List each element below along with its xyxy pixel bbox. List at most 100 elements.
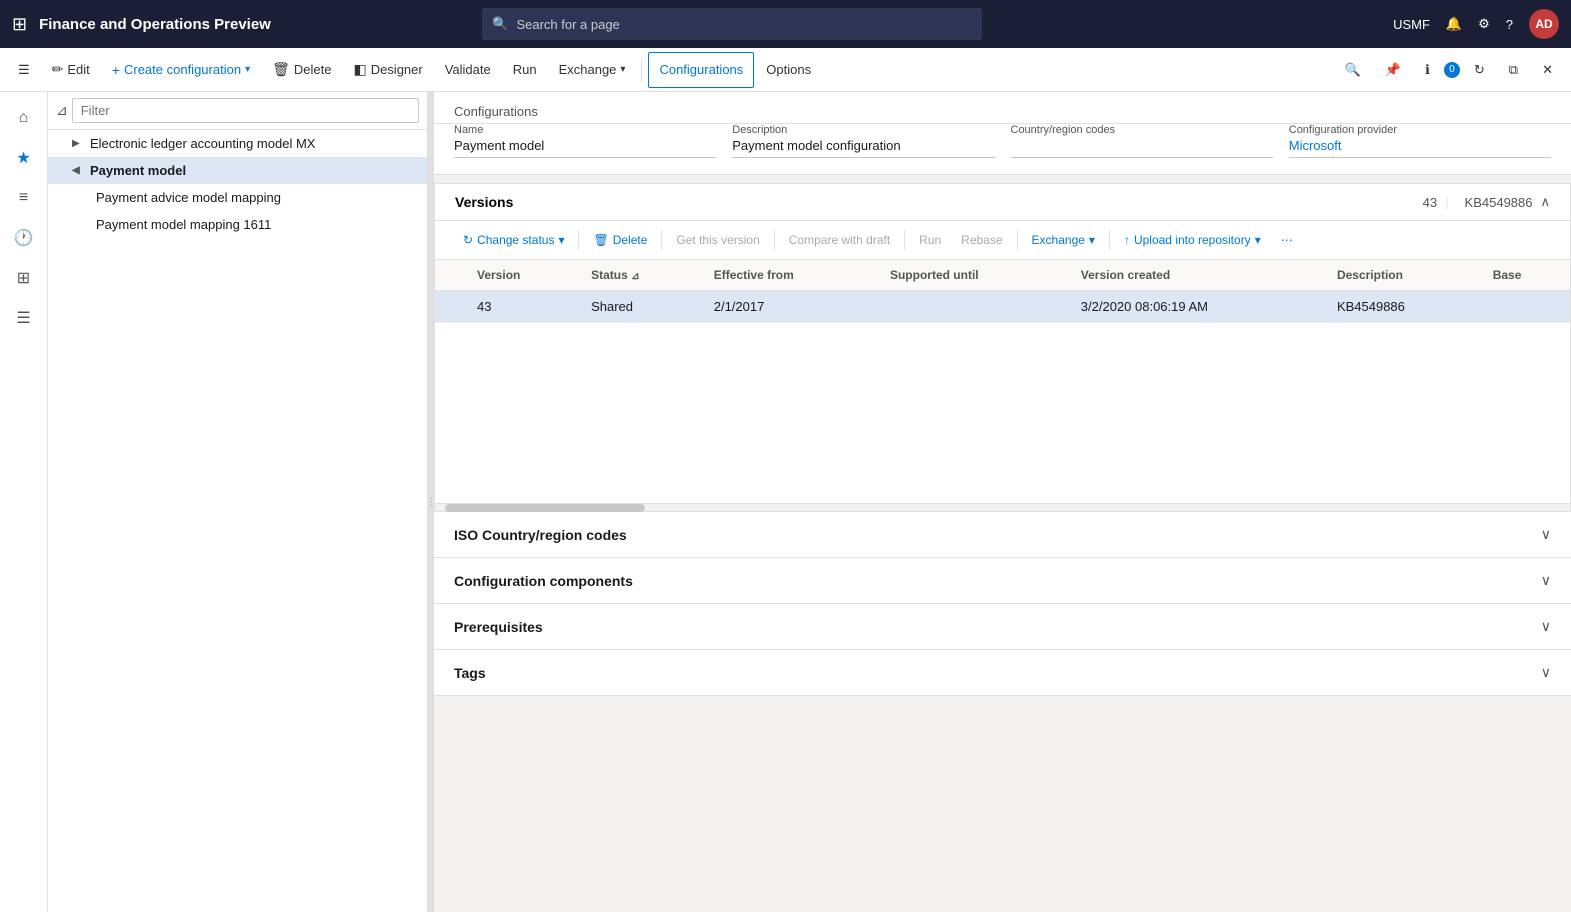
menu-button[interactable]: ☰ xyxy=(8,52,40,88)
iso-country-title: ISO Country/region codes xyxy=(454,527,627,543)
hamburger-icon: ☰ xyxy=(18,62,30,78)
badge: 0 xyxy=(1444,62,1460,78)
versions-table: Version Status ⊿ Effective from Supporte… xyxy=(435,260,1570,323)
exchange-button[interactable]: Exchange ▾ xyxy=(549,52,636,88)
field-desc-label: Description xyxy=(732,124,994,136)
designer-button[interactable]: ◧ Designer xyxy=(343,52,432,88)
tags-chevron: ∨ xyxy=(1541,664,1551,681)
usmf-label: USMF xyxy=(1393,17,1430,32)
configurations-tab[interactable]: Configurations xyxy=(648,52,754,88)
close-button[interactable]: ✕ xyxy=(1532,52,1563,88)
scroll-thumb[interactable] xyxy=(445,504,645,512)
change-status-button[interactable]: ↻ Change status ▾ xyxy=(455,229,572,251)
cell-base xyxy=(1481,291,1570,323)
star-icon[interactable]: ★ xyxy=(6,140,42,176)
field-config-provider: Configuration provider Microsoft xyxy=(1289,124,1551,158)
table-header-row: Version Status ⊿ Effective from Supporte… xyxy=(435,260,1570,291)
upload-icon: ↑ xyxy=(1124,233,1130,247)
main-layout: ⌂ ★ ≡ 🕐 ⊞ ☰ ⊿ ▶ Electronic ledger accoun… xyxy=(0,92,1571,912)
versions-delete-button[interactable]: 🗑 Delete xyxy=(585,229,655,251)
run-button[interactable]: Run xyxy=(503,52,547,88)
settings-icon[interactable]: ⚙ xyxy=(1478,16,1490,32)
tree-item-3[interactable]: Payment model mapping 1611 xyxy=(48,211,427,238)
table-row[interactable]: 43 Shared 2/1/2017 3/2/2020 08:06:19 AM … xyxy=(435,291,1570,323)
cell-status: Shared xyxy=(579,291,702,323)
versions-collapse-icon[interactable]: ∧ xyxy=(1540,194,1550,210)
refresh-icon: ↻ xyxy=(463,233,473,247)
refresh-button[interactable]: ↻ xyxy=(1464,52,1495,88)
filter-input[interactable] xyxy=(72,98,419,123)
command-bar: ☰ ✏ Edit + Create configuration ▾ 🗑 Dele… xyxy=(0,48,1571,92)
compare-with-draft-button[interactable]: Compare with draft xyxy=(781,229,898,251)
tree-toolbar: ⊿ xyxy=(48,92,427,130)
edit-icon: ✏ xyxy=(52,61,64,78)
iso-country-header[interactable]: ISO Country/region codes ∨ xyxy=(434,512,1571,557)
expand-icon-1: ◀ xyxy=(72,165,86,176)
search-placeholder: Search for a page xyxy=(516,17,619,32)
field-name: Name Payment model xyxy=(454,124,716,158)
grid-icon[interactable]: ⊞ xyxy=(6,260,42,296)
create-configuration-button[interactable]: + Create configuration ▾ xyxy=(102,52,260,88)
prerequisites-title: Prerequisites xyxy=(454,619,543,635)
pin-button[interactable]: 📌 xyxy=(1375,52,1411,88)
horizontal-scrollbar[interactable] xyxy=(435,503,1570,511)
versions-run-button[interactable]: Run xyxy=(911,229,949,251)
more-options-button[interactable]: ⋯ xyxy=(1273,229,1301,251)
fields-row: Name Payment model Description Payment m… xyxy=(434,124,1571,174)
search-bar[interactable]: 🔍 Search for a page xyxy=(482,8,982,40)
cell-supported-until xyxy=(878,291,1069,323)
filter-icon[interactable]: ⊿ xyxy=(631,271,639,282)
field-description: Description Payment model configuration xyxy=(732,124,994,158)
get-this-version-button[interactable]: Get this version xyxy=(668,229,767,251)
tree-item-label-0: Electronic ledger accounting model MX xyxy=(90,136,315,151)
upload-dropdown-arrow: ▾ xyxy=(1255,233,1261,247)
col-r xyxy=(435,260,465,291)
app-grid-icon[interactable]: ⊞ xyxy=(12,14,27,35)
tree-item-label-1: Payment model xyxy=(90,163,186,178)
iso-country-section: ISO Country/region codes ∨ xyxy=(434,512,1571,558)
cell-version: 43 xyxy=(465,291,579,323)
col-description: Description xyxy=(1325,260,1481,291)
tags-header[interactable]: Tags ∨ xyxy=(434,650,1571,695)
delete-icon: 🗑 xyxy=(272,61,290,78)
versions-exchange-button[interactable]: Exchange ▾ xyxy=(1024,229,1103,251)
search-config-button[interactable]: 🔍 xyxy=(1335,52,1371,88)
help-icon[interactable]: ? xyxy=(1506,17,1513,32)
rebase-button[interactable]: Rebase xyxy=(953,229,1010,251)
tags-section: Tags ∨ xyxy=(434,650,1571,696)
trash-icon: 🗑 xyxy=(593,233,608,247)
top-navigation: ⊞ Finance and Operations Preview 🔍 Searc… xyxy=(0,0,1571,48)
versions-title: Versions xyxy=(455,194,513,210)
upload-into-repository-button[interactable]: ↑ Upload into repository ▾ xyxy=(1116,229,1269,251)
info-button[interactable]: ℹ xyxy=(1415,52,1440,88)
home-icon[interactable]: ⌂ xyxy=(6,100,42,136)
notification-icon[interactable]: 🔔 xyxy=(1446,16,1462,32)
prerequisites-chevron: ∨ xyxy=(1541,618,1551,635)
tree-item-2[interactable]: Payment advice model mapping xyxy=(48,184,427,211)
fields-section: Name Payment model Description Payment m… xyxy=(434,124,1571,175)
versions-kb: KB4549886 xyxy=(1465,195,1533,210)
edit-button[interactable]: ✏ Edit xyxy=(42,52,100,88)
menu-lines-icon[interactable]: ≡ xyxy=(6,180,42,216)
tree-items: ▶ Electronic ledger accounting model MX … xyxy=(48,130,427,912)
validate-button[interactable]: Validate xyxy=(435,52,501,88)
add-icon: + xyxy=(112,62,120,78)
tree-item-1[interactable]: ◀ Payment model xyxy=(48,157,427,184)
open-in-new-button[interactable]: ⧉ xyxy=(1499,52,1528,88)
app-title: Finance and Operations Preview xyxy=(39,16,271,33)
options-tab[interactable]: Options xyxy=(756,52,821,88)
config-components-header[interactable]: Configuration components ∨ xyxy=(434,558,1571,603)
delete-button[interactable]: 🗑 Delete xyxy=(262,52,341,88)
field-provider-label: Configuration provider xyxy=(1289,124,1551,136)
list-icon[interactable]: ☰ xyxy=(6,300,42,336)
col-base: Base xyxy=(1481,260,1570,291)
clock-icon[interactable]: 🕐 xyxy=(6,220,42,256)
field-country-label: Country/region codes xyxy=(1011,124,1273,136)
designer-icon: ◧ xyxy=(353,61,366,78)
tree-item-0[interactable]: ▶ Electronic ledger accounting model MX xyxy=(48,130,427,157)
detail-panel: Configurations Name Payment model Descri… xyxy=(434,92,1571,912)
avatar[interactable]: AD xyxy=(1529,9,1559,39)
prerequisites-header[interactable]: Prerequisites ∨ xyxy=(434,604,1571,649)
versions-toolbar: ↻ Change status ▾ 🗑 Delete Get this vers… xyxy=(435,221,1570,260)
field-provider-value[interactable]: Microsoft xyxy=(1289,138,1551,153)
